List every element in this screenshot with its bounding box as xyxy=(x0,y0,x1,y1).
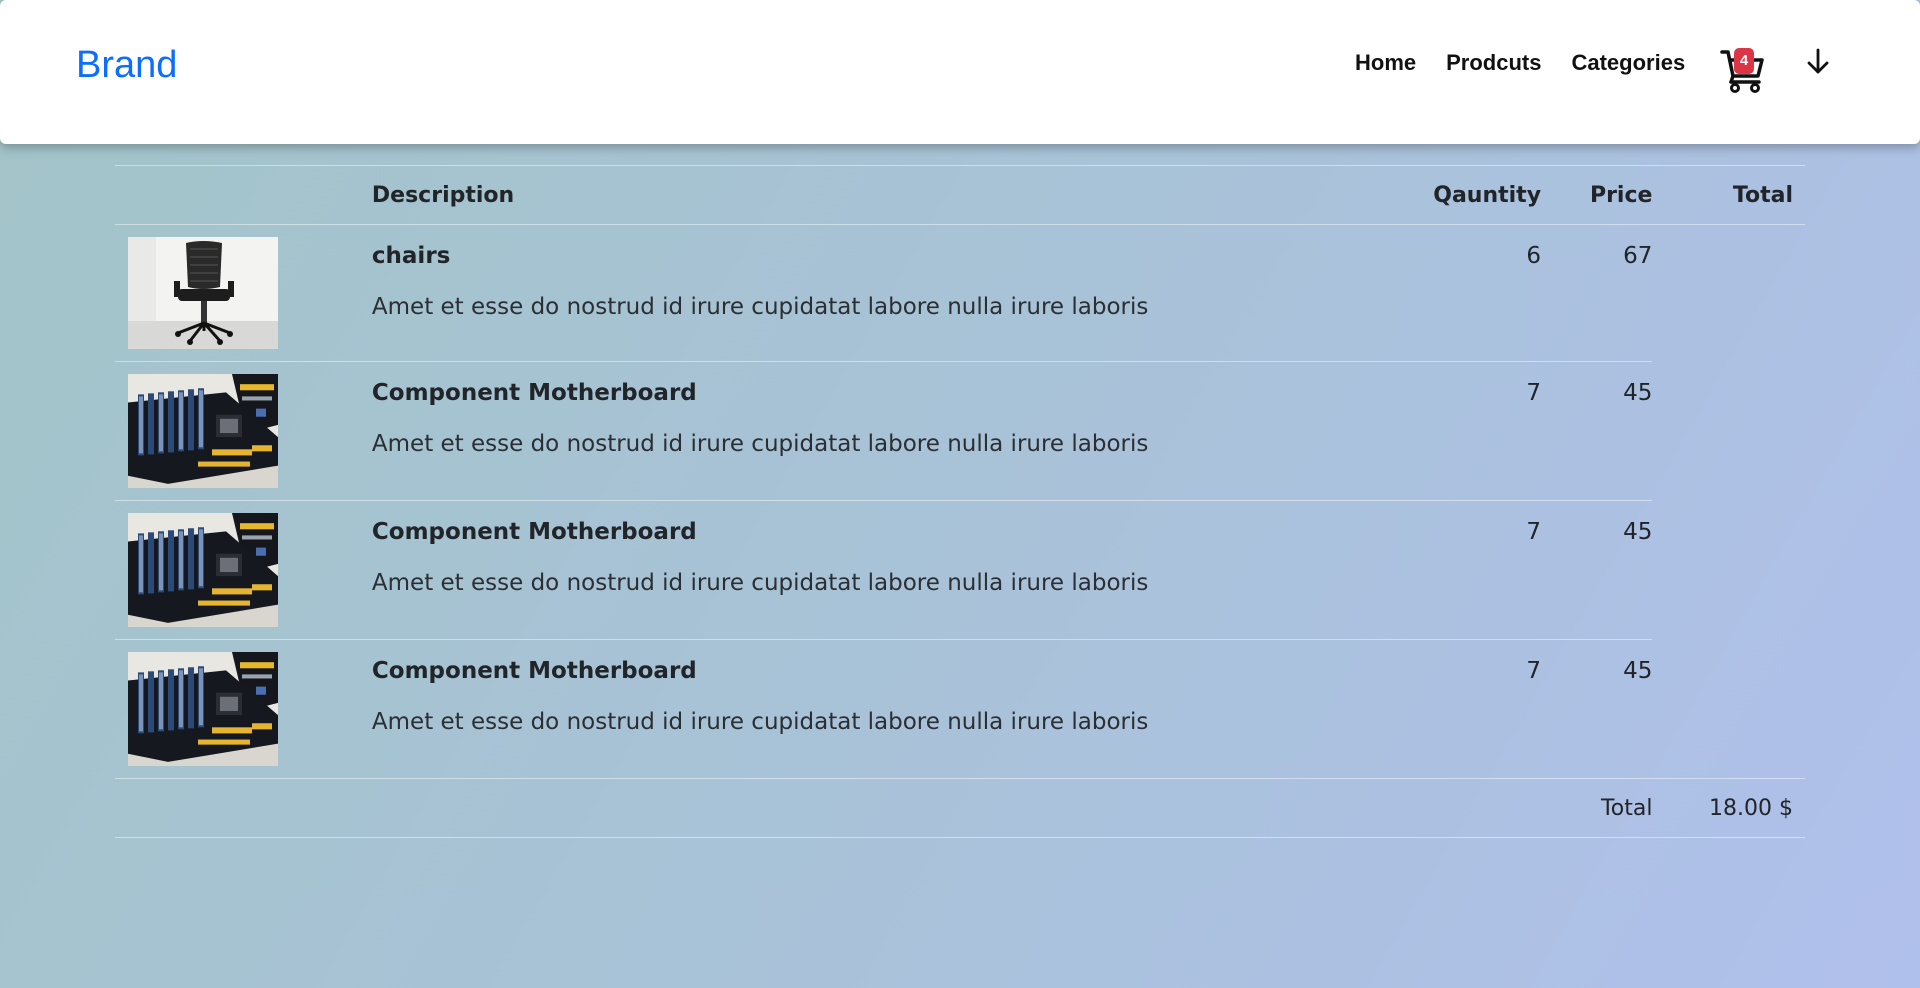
description-cell: Component Motherboard Amet et esse do no… xyxy=(371,361,1376,501)
product-title: Component Motherboard xyxy=(371,380,697,406)
table-footer-row: Total 18.00 $ xyxy=(115,778,1805,838)
quantity-cell: 7 xyxy=(1375,639,1542,779)
price-cell: 67 xyxy=(1541,224,1653,362)
total-cell xyxy=(1652,639,1805,779)
footer-spacer xyxy=(115,778,372,838)
price-value: 45 xyxy=(1623,380,1653,406)
navbar: Brand Home Prodcuts Categories 4 xyxy=(0,0,1920,144)
header-quantity: Qauntity xyxy=(1375,165,1542,225)
price-cell: 45 xyxy=(1541,639,1653,779)
footer-spacer xyxy=(371,778,1376,838)
product-description: Amet et esse do nostrud id irure cupidat… xyxy=(371,431,1149,457)
quantity-cell: 7 xyxy=(1375,361,1542,501)
product-description: Amet et esse do nostrud id irure cupidat… xyxy=(371,294,1149,320)
product-description: Amet et esse do nostrud id irure cupidat… xyxy=(371,709,1149,735)
total-cell xyxy=(1652,362,1805,501)
price-cell: 45 xyxy=(1541,500,1653,640)
price-value: 45 xyxy=(1623,519,1653,545)
table-row: chairs Amet et esse do nostrud id irure … xyxy=(115,224,1805,362)
product-title: chairs xyxy=(371,243,451,269)
product-description: Amet et esse do nostrud id irure cupidat… xyxy=(371,570,1149,596)
table-row: Component Motherboard Amet et esse do no… xyxy=(115,500,1805,640)
nav-link-products[interactable]: Prodcuts xyxy=(1446,50,1541,76)
price-value: 45 xyxy=(1623,658,1653,684)
footer-spacer xyxy=(1375,778,1542,838)
arrow-down-icon xyxy=(1807,48,1829,74)
product-image-cell xyxy=(115,224,372,362)
price-cell: 45 xyxy=(1541,361,1653,501)
product-image xyxy=(128,237,278,349)
nav-link-home[interactable]: Home xyxy=(1355,50,1416,76)
product-image xyxy=(128,374,278,488)
total-cell xyxy=(1652,501,1805,640)
arrow-down-button[interactable] xyxy=(1806,48,1830,76)
price-value: 67 xyxy=(1623,243,1653,269)
product-image-cell xyxy=(115,361,372,501)
header-image xyxy=(115,165,372,225)
nav-links: Home Prodcuts Categories xyxy=(1355,50,1715,76)
total-cell xyxy=(1652,225,1805,362)
description-cell: Component Motherboard Amet et esse do no… xyxy=(371,639,1376,779)
product-title: Component Motherboard xyxy=(371,658,697,684)
footer-total-label: Total xyxy=(1541,778,1653,838)
description-cell: Component Motherboard Amet et esse do no… xyxy=(371,500,1376,640)
product-title: Component Motherboard xyxy=(371,519,697,545)
quantity-value: 7 xyxy=(1526,658,1542,684)
quantity-value: 7 xyxy=(1526,380,1542,406)
header-total: Total xyxy=(1652,165,1805,225)
header-price: Price xyxy=(1541,165,1653,225)
header-description: Description xyxy=(371,165,1376,225)
nav-link-categories[interactable]: Categories xyxy=(1571,50,1685,76)
product-image-cell xyxy=(115,639,372,779)
description-cell: chairs Amet et esse do nostrud id irure … xyxy=(371,224,1376,362)
product-image xyxy=(128,513,278,627)
quantity-cell: 7 xyxy=(1375,500,1542,640)
cart-button[interactable]: 4 xyxy=(1720,46,1768,94)
footer-total-value: 18.00 $ xyxy=(1652,778,1805,838)
cart-count-badge: 4 xyxy=(1734,48,1754,74)
product-image xyxy=(128,652,278,766)
table-header-row: Description Qauntity Price Total xyxy=(115,165,1805,225)
cart-table: Description Qauntity Price Total chairs … xyxy=(115,165,1805,838)
table-row: Component Motherboard Amet et esse do no… xyxy=(115,639,1805,779)
table-row: Component Motherboard Amet et esse do no… xyxy=(115,361,1805,501)
product-image-cell xyxy=(115,500,372,640)
quantity-value: 7 xyxy=(1526,519,1542,545)
quantity-cell: 6 xyxy=(1375,224,1542,362)
brand-link[interactable]: Brand xyxy=(76,44,177,87)
quantity-value: 6 xyxy=(1526,243,1542,269)
